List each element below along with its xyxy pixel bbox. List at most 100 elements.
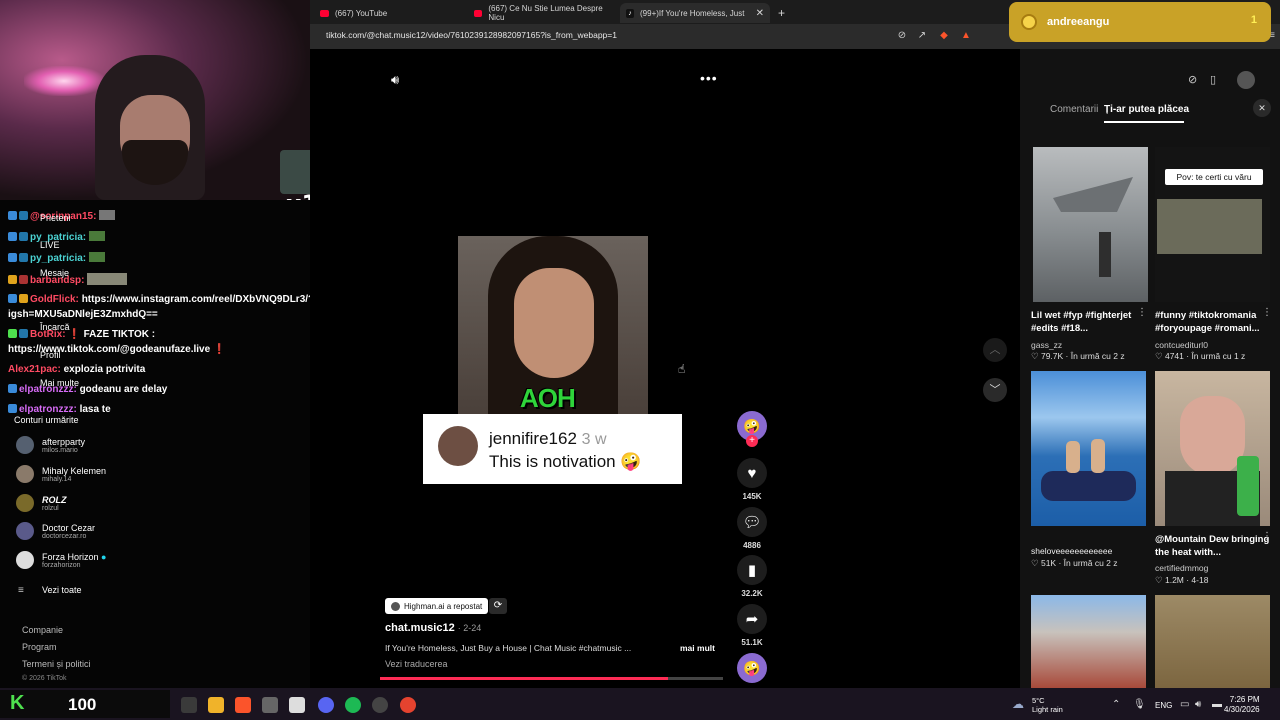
chrome-icon[interactable] — [400, 697, 416, 713]
video-thumbnail[interactable] — [1031, 595, 1146, 688]
weather-widget[interactable]: 5°C Light rain — [1032, 696, 1063, 714]
card-author[interactable]: sheloveeeeeeeeeeee — [1031, 546, 1112, 556]
footer-program[interactable]: Program — [22, 642, 57, 652]
chat-message: py_patricia: — [8, 252, 105, 264]
video-thumbnail[interactable]: Pov: te certi cu văru — [1155, 147, 1270, 302]
compass-icon[interactable]: ⊘ — [1188, 73, 1197, 86]
follow-plus-icon[interactable]: + — [746, 435, 758, 447]
network-icon[interactable]: ▭ — [1180, 699, 1189, 710]
reposter-avatar — [391, 601, 400, 611]
author-avatar-button[interactable]: 🤪 + — [737, 411, 767, 447]
file-explorer-icon[interactable] — [208, 697, 224, 713]
follow-notification[interactable]: andreeangu 1 — [1009, 2, 1271, 42]
video-thumbnail[interactable] — [1033, 147, 1148, 302]
comment-button[interactable]: 💬︎ 4886 — [737, 507, 767, 550]
following-account[interactable]: afterpparty milos.mario — [16, 436, 85, 454]
nav-messages[interactable]: Mesaje — [40, 268, 69, 278]
battery-icon[interactable]: ▬ — [1212, 699, 1222, 710]
card-menu-icon[interactable]: ⋮ — [1262, 307, 1272, 318]
notification-count: 1 — [1250, 14, 1257, 26]
youtube-icon — [474, 9, 483, 17]
language-indicator[interactable]: ENG — [1155, 701, 1172, 710]
card-title[interactable]: #funny #tiktokromania #foryoupage #roman… — [1155, 309, 1270, 335]
caption-more-link[interactable]: mai mult — [680, 643, 715, 653]
streamer-frame — [1157, 199, 1262, 254]
nav-friends[interactable]: Prieteni — [40, 213, 71, 223]
following-account[interactable]: Doctor Cezar doctorcezar.ro — [16, 522, 95, 540]
brave-shield-icon[interactable]: ◆ — [938, 30, 950, 42]
nav-upload[interactable]: Încarcă — [40, 322, 70, 332]
card-author[interactable]: certifiedmmog — [1155, 563, 1208, 573]
like-button[interactable]: ♥ 145K — [737, 458, 767, 501]
task-view-icon[interactable] — [181, 697, 197, 713]
video-thumbnail[interactable] — [1155, 371, 1270, 526]
repost-icon[interactable]: ⟳ — [489, 598, 507, 614]
mute-site-icon[interactable]: ⊘ — [896, 30, 908, 42]
tab-youtube-video[interactable]: (667) Ce Nu Stie Lumea Despre Nicu — [468, 3, 618, 23]
card-author[interactable]: gass_zz — [1031, 340, 1062, 350]
microphone-icon[interactable]: 🎙︎ — [1133, 699, 1146, 710]
emote-icon — [88, 252, 105, 262]
tab-youtube[interactable]: (667) YouTube — [314, 3, 464, 23]
brave-icon[interactable] — [235, 697, 251, 713]
kick-logo: K — [10, 692, 25, 714]
tab-label: (667) Ce Nu Stie Lumea Despre Nicu — [488, 4, 603, 22]
video-author[interactable]: chat.music12 · 2-24 — [385, 622, 481, 634]
footer-terms[interactable]: Termeni și politici — [22, 659, 91, 669]
following-account[interactable]: Mihaly Kelemen mihaly.14 — [16, 465, 106, 483]
steam-icon[interactable] — [372, 697, 388, 713]
discord-icon[interactable] — [318, 697, 334, 713]
tab-comments[interactable]: Comentarii — [1050, 104, 1098, 115]
nav-profile[interactable]: Profil — [40, 350, 61, 360]
chevron-up-icon[interactable]: ⌃ — [1112, 699, 1120, 710]
sub-badge-icon — [8, 404, 17, 413]
close-tab-icon[interactable]: ✕ — [756, 8, 764, 19]
save-count: 32.2K — [741, 589, 763, 598]
share-button[interactable]: ➦ 51.1K — [737, 604, 767, 647]
card-title[interactable]: @Mountain Dew bringing the heat with... — [1155, 533, 1270, 559]
taskbar-clock[interactable]: 7:26 PM 4/30/2026 — [1224, 695, 1260, 715]
spotify-icon[interactable] — [345, 697, 361, 713]
nav-more[interactable]: Mai multe — [40, 378, 79, 388]
comment-count: 4886 — [743, 541, 761, 550]
next-video-button[interactable]: ﹀ — [983, 378, 1007, 402]
volume-icon[interactable]: 🔊︎ — [391, 72, 399, 88]
see-all-link[interactable]: Vezi toate — [42, 585, 82, 595]
card-stats: ♡ 51K · În urmă cu 2 z — [1031, 558, 1118, 568]
video-progress-bar[interactable] — [380, 677, 723, 680]
speaker-icon[interactable]: 🔊︎ — [1195, 699, 1201, 710]
close-panel-icon[interactable]: ✕ — [1253, 99, 1271, 117]
url-field[interactable]: tiktok.com/@chat.music12/video/761023912… — [326, 30, 617, 40]
sound-disc-button[interactable]: 🤪 — [737, 653, 767, 683]
brave-rewards-icon[interactable]: ▲ — [960, 30, 972, 42]
more-options-icon[interactable]: ••• — [700, 70, 718, 86]
tab-you-may-like[interactable]: Ți-ar putea plăcea — [1104, 104, 1189, 115]
mod-badge-icon — [19, 232, 28, 241]
following-account[interactable]: Forza Horizon ● forzahorizon — [16, 551, 106, 569]
previous-video-button[interactable]: ︿ — [983, 338, 1007, 362]
app-icon[interactable] — [262, 697, 278, 713]
translate-link[interactable]: Vezi traducerea — [385, 659, 448, 669]
phone-icon[interactable]: ▯ — [1210, 73, 1216, 86]
new-tab-button[interactable]: + — [772, 3, 791, 23]
footer-company[interactable]: Companie — [22, 625, 63, 635]
nav-live[interactable]: LIVE — [40, 240, 60, 250]
pilot-figure — [1099, 232, 1111, 277]
video-player[interactable] — [310, 49, 1020, 688]
save-button[interactable]: ▮ 32.2K — [737, 555, 767, 598]
user-avatar[interactable] — [1237, 71, 1255, 89]
card-author[interactable]: contcuediturl0 — [1155, 340, 1208, 350]
chat-message: elpatronzzz: lasa te — [8, 404, 111, 415]
card-title[interactable]: Lil wet #fyp #fighterjet #edits #f18... — [1031, 309, 1146, 335]
video-thumbnail[interactable] — [1155, 595, 1270, 688]
tab-tiktok[interactable]: ♪ (99+)If You're Homeless, Just ✕ — [620, 3, 770, 23]
card-menu-icon[interactable]: ⋮ — [1137, 307, 1147, 318]
repost-badge[interactable]: Highman.ai a repostat — [385, 598, 489, 614]
share-icon[interactable]: ↗ — [916, 30, 928, 42]
card-menu-icon[interactable]: ⋮ — [1262, 531, 1272, 542]
following-account[interactable]: ROLZ rolzul — [16, 494, 67, 512]
calculator-icon[interactable] — [289, 697, 305, 713]
chat-message: Alex21pac: explozia potrivita — [8, 364, 146, 375]
video-thumbnail[interactable] — [1031, 371, 1146, 526]
active-tab-indicator — [1104, 121, 1184, 123]
